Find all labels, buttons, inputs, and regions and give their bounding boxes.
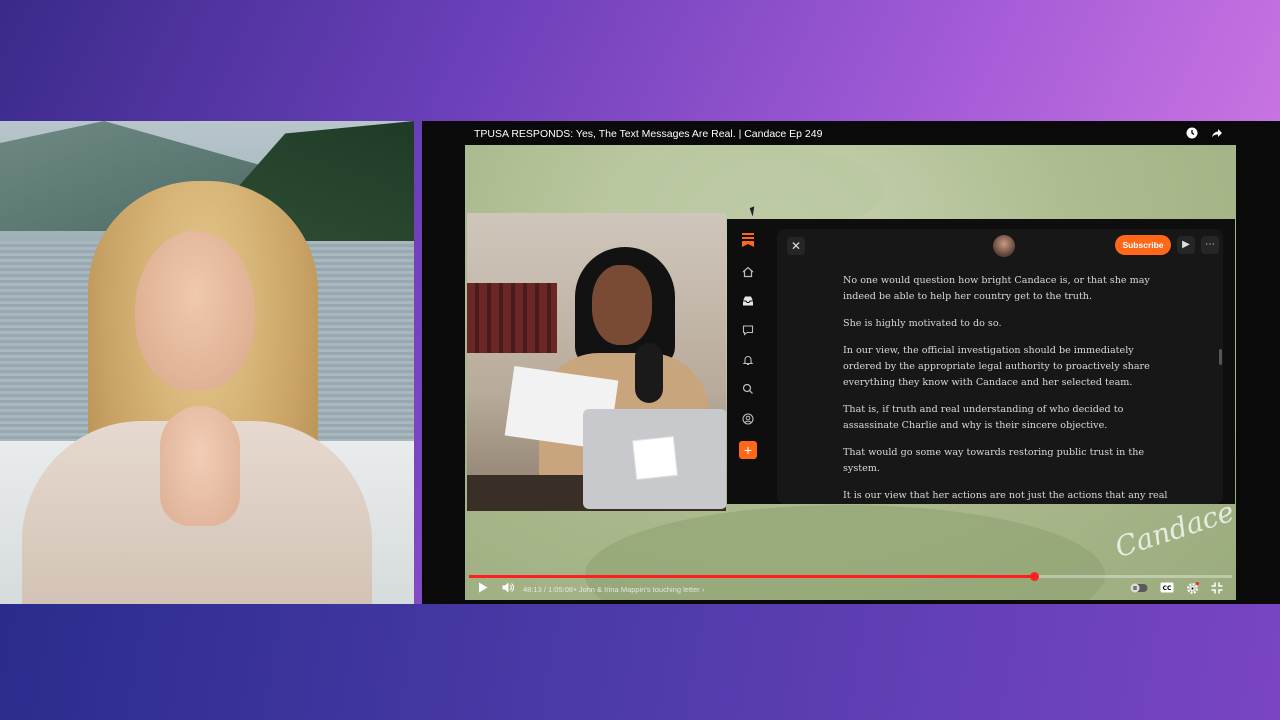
candace-watermark: Candace — [1110, 494, 1236, 565]
search-icon[interactable] — [739, 382, 757, 400]
chevron-right-icon: › — [701, 585, 705, 594]
clock-icon[interactable] — [1185, 127, 1199, 141]
article-reader: ✕ Subscribe ▶ ⋯ No one would question ho… — [777, 229, 1223, 504]
video-frame[interactable]: + ✕ Subscribe ▶ ⋯ No one would question … — [465, 145, 1236, 600]
svg-text:CC: CC — [1163, 585, 1172, 592]
autoplay-toggle-icon[interactable] — [1129, 582, 1149, 598]
article-paragraph: It is our view that her actions are not … — [843, 490, 1168, 501]
captions-icon[interactable]: CC — [1158, 582, 1176, 598]
substack-sidebar: + — [727, 219, 769, 504]
article-body: No one would question how bright Candace… — [843, 273, 1173, 504]
exit-fullscreen-icon[interactable] — [1208, 582, 1226, 598]
play-icon[interactable]: ▶ — [1177, 236, 1195, 254]
inbox-icon[interactable] — [739, 294, 757, 312]
article-paragraph: She is highly motivated to do so. — [843, 318, 1002, 329]
chat-icon[interactable] — [739, 323, 757, 341]
article-paragraph: That is, if truth and real understanding… — [843, 404, 1124, 431]
chapter-title[interactable]: • John & Irina Mappin's touching letter … — [574, 583, 704, 597]
close-icon[interactable]: ✕ — [787, 237, 805, 255]
video-player[interactable]: TPUSA RESPONDS: Yes, The Text Messages A… — [422, 121, 1280, 604]
play-icon[interactable] — [476, 582, 490, 598]
inset-studio-video — [467, 213, 726, 511]
bell-icon[interactable] — [739, 353, 757, 371]
webcam-feed — [0, 121, 414, 604]
home-icon[interactable] — [739, 265, 757, 283]
volume-icon[interactable] — [500, 582, 516, 598]
settings-gear-icon[interactable] — [1183, 582, 1201, 598]
video-title[interactable]: TPUSA RESPONDS: Yes, The Text Messages A… — [474, 128, 822, 140]
presenter-face — [135, 231, 255, 391]
time-display: 48:13 / 1:05:08 — [523, 585, 574, 594]
profile-icon[interactable] — [739, 412, 757, 430]
article-paragraph: No one would question how bright Candace… — [843, 275, 1150, 302]
share-icon[interactable] — [1210, 127, 1224, 141]
substack-logo-icon[interactable] — [739, 233, 757, 251]
article-paragraph: In our view, the official investigation … — [843, 345, 1150, 388]
chapter-label: • John & Irina Mappin's touching letter — [574, 585, 700, 594]
subscribe-button[interactable]: Subscribe — [1115, 235, 1171, 255]
progress-played — [469, 575, 1035, 578]
microphone — [635, 343, 663, 403]
author-avatar[interactable] — [993, 235, 1015, 257]
progress-bar[interactable] — [469, 572, 1232, 581]
background-bottom — [0, 604, 1280, 720]
article-paragraph: That would go some way towards restoring… — [843, 447, 1145, 474]
bookshelf — [467, 283, 557, 353]
add-icon[interactable]: + — [739, 441, 757, 459]
scrollbar-thumb[interactable] — [1219, 349, 1222, 365]
substack-panel: + ✕ Subscribe ▶ ⋯ No one would question … — [727, 219, 1235, 504]
more-options-icon[interactable]: ⋯ — [1201, 236, 1219, 254]
host-face — [592, 265, 652, 345]
presenter-hands — [160, 406, 240, 526]
polaroid-photo — [633, 437, 677, 479]
